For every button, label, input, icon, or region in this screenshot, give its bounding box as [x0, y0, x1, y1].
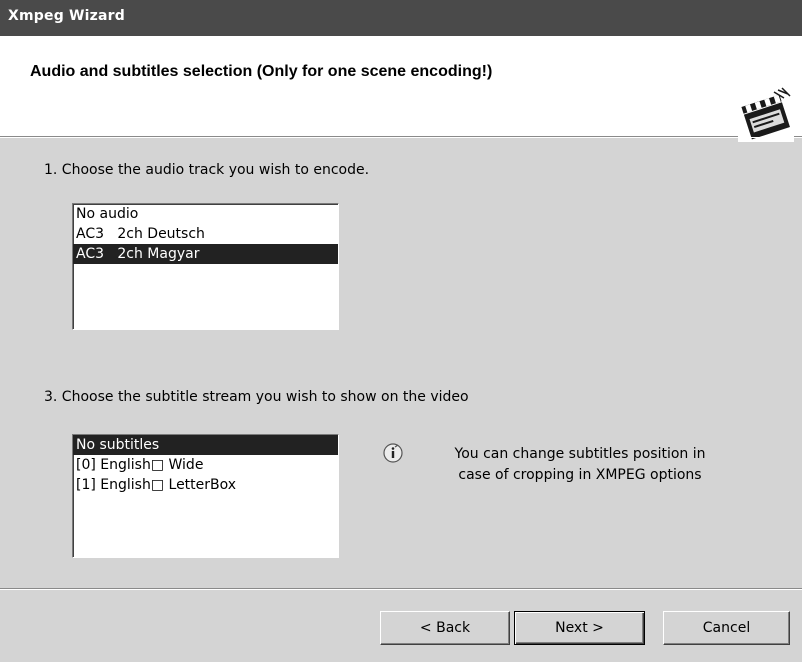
audio-track-list-item[interactable]: No audio [73, 204, 338, 224]
audio-track-listbox[interactable]: No audio AC3 2ch Deutsch AC3 2ch Magyar [72, 203, 339, 330]
subtitle-stream-label: 3. Choose the subtitle stream you wish t… [44, 389, 469, 405]
subtitle-stream-list-item[interactable]: [0] English□ Wide [73, 455, 338, 475]
header-separator [0, 137, 802, 138]
subtitle-stream-list-item[interactable]: No subtitles [73, 435, 338, 455]
subtitle-stream-listbox[interactable]: No subtitles [0] English□ Wide [1] English… [72, 434, 339, 558]
wizard-header: Audio and subtitles selection (Only for … [0, 36, 802, 142]
cancel-button[interactable]: Cancel [663, 611, 790, 645]
audio-track-label: 1. Choose the audio track you wish to en… [44, 162, 370, 178]
back-button[interactable]: < Back [380, 611, 510, 645]
clapperboard-icon [738, 86, 794, 142]
subtitle-position-hint: You can change subtitles position in cas… [454, 446, 706, 483]
wizard-window: Xmpeg Wizard Audio and subtitles selecti… [0, 0, 802, 662]
title-bar[interactable]: Xmpeg Wizard [0, 0, 802, 36]
window-title: Xmpeg Wizard [8, 8, 125, 24]
audio-track-list-item[interactable]: AC3 2ch Deutsch [73, 224, 338, 244]
page-title: Audio and subtitles selection (Only for … [30, 63, 493, 80]
info-icon [383, 443, 403, 463]
next-button[interactable]: Next > [514, 611, 645, 645]
footer-separator-highlight [0, 589, 802, 590]
subtitle-stream-list-item[interactable]: [1] English□ LetterBox [73, 475, 338, 495]
audio-track-list-item[interactable]: AC3 2ch Magyar [73, 244, 338, 264]
